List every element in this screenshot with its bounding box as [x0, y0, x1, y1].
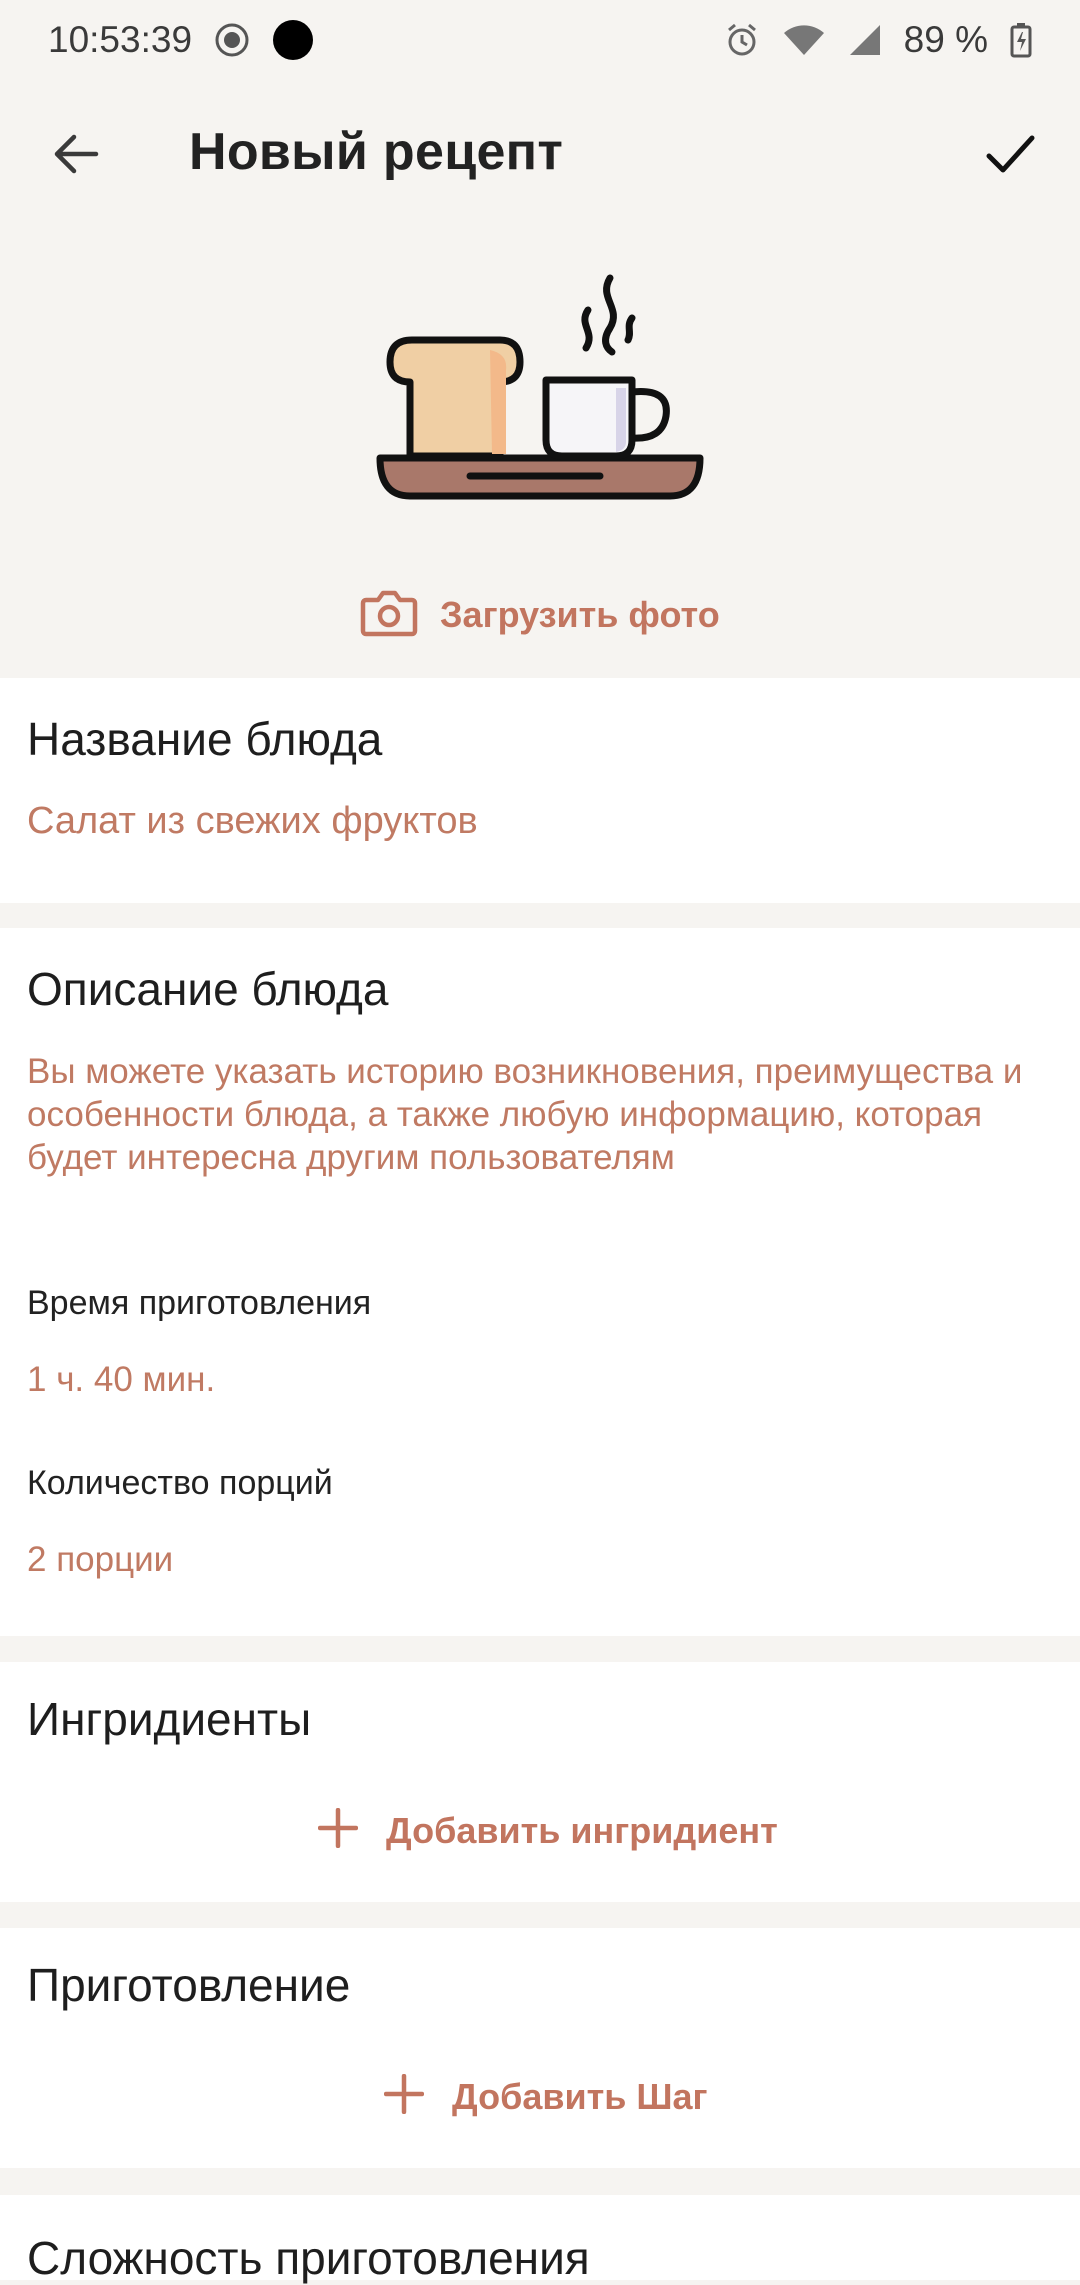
ingredients-label: Ингридиенты: [27, 1693, 312, 1745]
save-button[interactable]: [972, 118, 1048, 194]
status-time: 10:53:39: [48, 19, 193, 60]
upload-photo-label: Загрузить фото: [440, 594, 720, 635]
cook-time-label: Время приготовления: [27, 1284, 372, 1322]
difficulty-section: Сложность приготовления: [0, 2195, 1080, 2284]
ingredients-section: Ингридиенты Добавить ингридиент: [0, 1662, 1080, 1902]
add-ingredient-label: Добавить ингридиент: [386, 1809, 778, 1851]
record-icon: [214, 22, 250, 58]
recipe-placeholder-image[interactable]: [370, 270, 710, 510]
arrow-left-icon: [50, 128, 102, 185]
steps-label: Приготовление: [27, 1959, 351, 2011]
description-input[interactable]: Вы можете указать историю возникновения,…: [27, 1050, 1027, 1179]
upload-photo-button[interactable]: Загрузить фото: [360, 582, 720, 648]
add-step-button[interactable]: Добавить Шаг: [383, 2073, 708, 2119]
status-bar-left: 10:53:39: [48, 19, 314, 61]
add-ingredient-button[interactable]: Добавить ингридиент: [317, 1807, 778, 1853]
status-bar: 10:53:39 89 %: [0, 0, 1080, 80]
wifi-icon: [782, 23, 826, 57]
dish-name-section: Название блюда Салат из свежих фруктов: [0, 678, 1080, 903]
camera-icon: [360, 588, 418, 643]
back-button[interactable]: [40, 120, 112, 192]
steps-section: Приготовление Добавить Шаг: [0, 1928, 1080, 2168]
battery-percent: 89 %: [903, 19, 988, 60]
page-title: Новый рецепт: [189, 123, 564, 181]
check-icon: [983, 127, 1037, 186]
plus-icon: [317, 1807, 359, 1853]
signal-icon: [848, 23, 882, 57]
plus-icon: [383, 2073, 425, 2119]
difficulty-label: Сложность приготовления: [27, 2232, 590, 2284]
dish-name-input[interactable]: Салат из свежих фруктов: [27, 800, 478, 843]
add-step-label: Добавить Шаг: [452, 2075, 708, 2117]
portions-value[interactable]: 2 порции: [27, 1540, 173, 1580]
alarm-icon: [724, 22, 760, 58]
status-bar-right: 89 %: [724, 19, 1032, 61]
battery-icon: [1010, 22, 1032, 58]
dot-icon: [272, 19, 314, 61]
portions-label: Количество порций: [27, 1464, 333, 1502]
app-bar: Новый рецепт: [0, 80, 1080, 230]
dish-name-label: Название блюда: [27, 713, 383, 765]
description-section: Описание блюда Вы можете указать историю…: [0, 928, 1080, 1636]
description-label: Описание блюда: [27, 963, 389, 1015]
cook-time-value[interactable]: 1 ч. 40 мин.: [27, 1360, 215, 1400]
